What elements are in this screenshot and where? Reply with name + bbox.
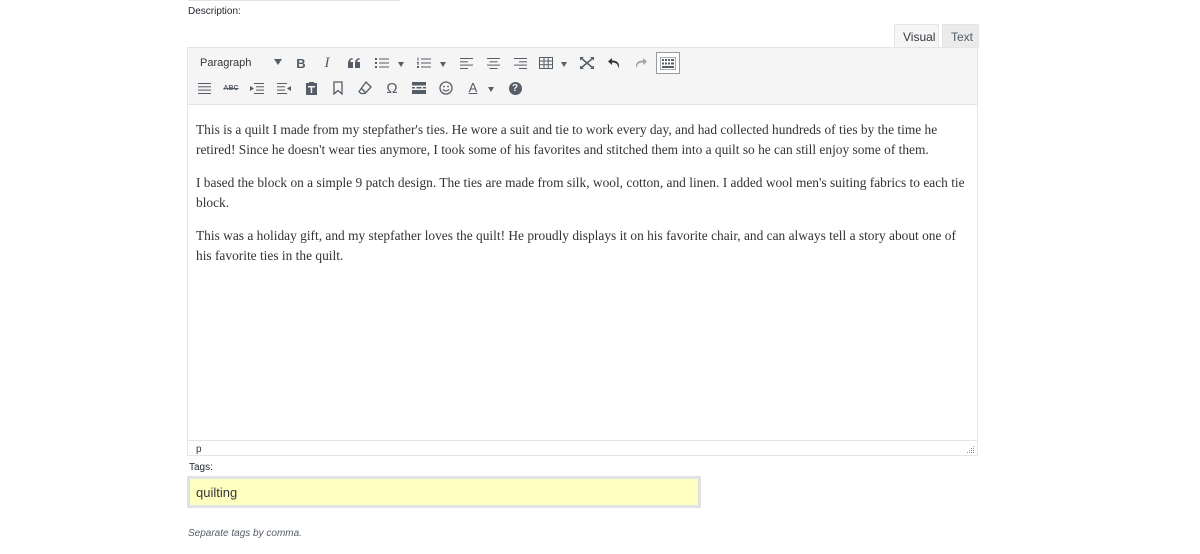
content-paragraph: This is a quilt I made from my stepfathe… — [196, 122, 938, 157]
indent-icon[interactable] — [273, 77, 295, 99]
tags-label: Tags: — [189, 462, 213, 473]
outdent-icon[interactable] — [246, 77, 268, 99]
format-select-value: Paragraph — [200, 57, 252, 69]
numbered-list-icon[interactable] — [413, 52, 435, 74]
text-color-dropdown-icon[interactable] — [488, 87, 494, 92]
help-glyph: ? — [508, 81, 522, 95]
table-dropdown-icon[interactable] — [561, 62, 567, 67]
undo-icon[interactable] — [603, 52, 625, 74]
italic-icon[interactable]: I — [316, 52, 338, 74]
redo-icon[interactable] — [630, 52, 652, 74]
content-paragraph: I based the block on a simple 9 patch de… — [196, 175, 965, 210]
bullet-list-icon[interactable] — [371, 52, 393, 74]
tab-text[interactable]: Text — [942, 24, 979, 47]
tags-hint: Separate tags by comma. — [188, 528, 302, 539]
editor-content[interactable]: This is a quilt I made from my stepfathe… — [196, 120, 966, 279]
text-color-icon[interactable]: A — [462, 76, 484, 98]
read-more-icon[interactable] — [408, 77, 430, 99]
content-paragraph: This was a holiday gift, and my stepfath… — [196, 228, 956, 263]
paste-text-icon[interactable] — [300, 77, 322, 99]
horizontal-rule-icon[interactable] — [193, 77, 215, 99]
fullscreen-icon[interactable] — [576, 52, 598, 74]
table-icon[interactable] — [535, 52, 557, 74]
element-path[interactable]: p — [196, 444, 202, 455]
blockquote-icon[interactable] — [343, 52, 365, 74]
format-select[interactable]: Paragraph — [193, 53, 285, 73]
tags-input[interactable] — [190, 479, 698, 505]
editor-toolbar: Paragraph B I ABC Ω A ? — [188, 48, 977, 105]
strikethrough-icon[interactable]: ABC — [220, 77, 242, 99]
editor-statusbar: p — [188, 440, 977, 455]
bookmark-icon[interactable] — [327, 77, 349, 99]
align-left-icon[interactable] — [455, 52, 477, 74]
clear-formatting-icon[interactable] — [354, 77, 376, 99]
description-label: Description: — [188, 6, 241, 17]
resize-handle-icon[interactable] — [967, 446, 975, 454]
toolbar-toggle-icon[interactable] — [656, 52, 680, 74]
tab-visual[interactable]: Visual — [894, 24, 939, 47]
top-divider — [188, 0, 400, 1]
bold-icon[interactable]: B — [290, 52, 312, 74]
align-center-icon[interactable] — [482, 52, 504, 74]
rich-text-editor: Paragraph B I ABC Ω A ? This is a quilt … — [187, 47, 978, 456]
tags-field-wrapper — [187, 476, 701, 508]
emoticons-icon[interactable] — [435, 77, 457, 99]
chevron-down-icon — [274, 59, 282, 65]
help-icon[interactable]: ? — [504, 77, 526, 99]
align-right-icon[interactable] — [509, 52, 531, 74]
special-character-icon[interactable]: Ω — [381, 77, 403, 99]
numbered-list-dropdown-icon[interactable] — [440, 62, 446, 67]
bullet-list-dropdown-icon[interactable] — [398, 62, 404, 67]
